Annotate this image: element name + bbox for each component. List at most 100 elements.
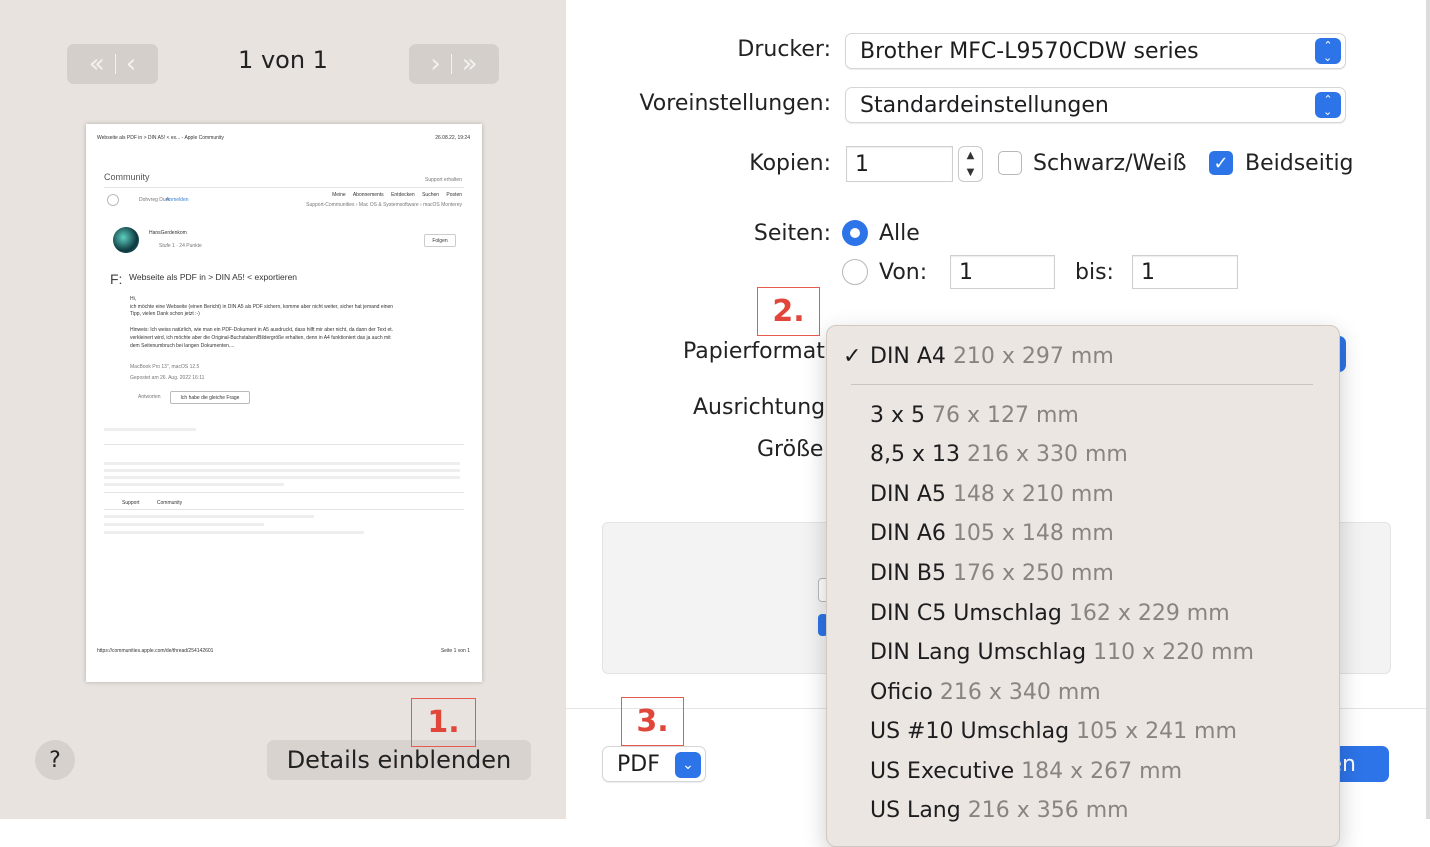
window-edge [1426,0,1430,819]
chevron-left-icon: ‹ [125,49,137,79]
presets-select[interactable]: Standardeinstellungen ⌃ ⌃ [845,87,1346,123]
divider [104,509,464,510]
menu-item-dims: 148 x 210 mm [952,482,1114,507]
duplex-label: Beidseitig [1245,151,1354,176]
pages-range-radio[interactable] [842,259,868,285]
pages-all-label: Alle [879,221,920,246]
bw-checkbox[interactable] [998,151,1022,175]
placeholder-bar [104,462,460,465]
copies-label: Kopien: [749,151,831,176]
preview-footer-page: Seite 1 von 1 [440,648,470,654]
popup-arrows-icon: ⌃ ⌃ [1315,38,1341,64]
menu-item-name: 8,5 x 13 [870,442,960,467]
menu-item-din-b5[interactable]: DIN B5 176 x 250 mm [870,561,1114,586]
next-last-page-button[interactable]: › » [409,44,499,84]
divider [104,492,464,493]
chevron-right-icon: › [430,49,441,79]
preview-nav-links: Meine Abonnements Entdecken Suchen Poste… [332,192,462,198]
menu-item-din-a6[interactable]: DIN A6 105 x 148 mm [870,521,1114,546]
preview-footer-links: Support Community [122,500,183,506]
preview-body: dem Seitenumbruch bei langen Dokumenten.… [130,343,235,349]
preview-author: HansGerdenkom [149,230,187,236]
pages-from-label: Von: [879,260,928,285]
duplex-checkbox[interactable]: ✓ [1209,151,1233,175]
preview-header-left: Webseite als PDF in > DIN A5! < ex... - … [97,135,224,141]
preview-body: Hinweis: Ich weiss natürlich, wie man ei… [130,327,394,333]
page-counter: 1 von 1 [238,46,328,74]
menu-item-us-lang[interactable]: US Lang 216 x 356 mm [870,798,1129,823]
show-details-button[interactable]: Details einblenden [267,740,531,780]
menu-item-name: 3 x 5 [870,403,925,428]
menu-item-dims: 110 x 220 mm [1093,640,1254,665]
printer-label: Drucker: [737,37,831,62]
paper-size-menu: ✓ DIN A4 210 x 297 mm 3 x 5 76 x 127 mm … [826,325,1340,847]
pages-all-radio[interactable] [842,220,868,246]
menu-item-us-10[interactable]: US #10 Umschlag 105 x 241 mm [870,719,1237,744]
presets-value: Standardeinstellungen [860,92,1109,118]
pdf-menu-button[interactable]: PDF ⌄ [602,746,706,782]
preview-body: verkleinert wird, ich möchte aber die Or… [130,335,391,341]
preview-header-right: 26.08.22, 19:24 [435,135,470,141]
menu-item-us-executive[interactable]: US Executive 184 x 267 mm [870,759,1182,784]
preview-body: ich möchte eine Webseite (einen Bericht)… [130,304,394,310]
annotation-2: 2. [757,287,820,336]
pdf-label: PDF [617,752,660,777]
page-preview: Webseite als PDF in > DIN A5! < ex... - … [86,124,482,682]
size-label: Größe [757,437,824,462]
help-button[interactable]: ? [35,740,75,780]
placeholder-bar [104,483,284,486]
pages-from-input[interactable]: 1 [950,255,1055,289]
menu-item-dims: 216 x 340 mm [939,680,1101,705]
menu-item-dims: 210 x 297 mm [952,344,1114,369]
preview-support-link: Support erhalten [425,177,462,183]
checkmark-icon: ✓ [1213,152,1229,174]
orientation-label: Ausrichtung [693,395,826,420]
menu-item-8-5x13[interactable]: 8,5 x 13 216 x 330 mm [870,442,1128,467]
annotation-3: 3. [621,697,684,746]
placeholder-bar [104,515,314,518]
preview-footer-url: https://communities.apple.com/de/thread/… [97,648,214,654]
menu-item-din-c5[interactable]: DIN C5 Umschlag 162 x 229 mm [870,601,1230,626]
menu-item-name: DIN A6 [870,521,946,546]
preview-follow-button: Folgen [424,234,456,247]
menu-item-name: US #10 Umschlag [870,719,1070,744]
placeholder-bar [104,428,196,431]
preview-signin: Anmelden [166,197,189,203]
pages-label: Seiten: [753,221,831,246]
preview-breadcrumb: Support-Communities › Mac OS & Systemsof… [306,202,462,208]
menu-item-oficio[interactable]: Oficio 216 x 340 mm [870,680,1101,705]
menu-item-dims: 176 x 250 mm [952,561,1114,586]
menu-item-din-a4[interactable]: DIN A4 210 x 297 mm [870,344,1114,369]
preview-reply: Antworten [138,394,161,400]
preview-body: Tipp, vielen Dank schon jetzt :-) [130,311,200,317]
menu-item-din-a5[interactable]: DIN A5 148 x 210 mm [870,482,1114,507]
menu-item-name: DIN A5 [870,482,946,507]
menu-item-name: DIN A4 [870,344,946,369]
menu-item-name: DIN C5 Umschlag [870,601,1062,626]
placeholder-bar [104,531,364,534]
copies-input[interactable]: 1 [846,146,953,182]
printer-select[interactable]: Brother MFC-L9570CDW series ⌃ ⌃ [845,33,1346,69]
preview-same-question-button: Ich habe die gleiche Frage [170,391,250,404]
menu-separator [851,384,1313,385]
placeholder-bar [104,523,264,526]
menu-item-din-lang[interactable]: DIN Lang Umschlag 110 x 220 mm [870,640,1254,665]
pages-to-input[interactable]: 1 [1132,255,1238,289]
menu-item-dims: 184 x 267 mm [1021,759,1183,784]
preview-author-level: Stufe 1 · 24 Punkte [159,243,202,249]
user-icon [107,194,119,206]
preview-body: Hi, [130,296,137,302]
annotation-1: 1. [411,698,476,747]
double-chevron-left-icon: « [88,49,105,79]
divider [104,444,464,445]
chevron-down-icon: ▼ [966,167,975,178]
menu-item-dims: 162 x 229 mm [1068,601,1230,626]
menu-item-name: DIN Lang Umschlag [870,640,1087,665]
chevron-down-icon: ⌄ [675,752,701,778]
bw-label: Schwarz/Weiß [1033,151,1187,176]
copies-stepper[interactable]: ▲ ▼ [958,146,983,182]
menu-item-3x5[interactable]: 3 x 5 76 x 127 mm [870,403,1079,428]
question-icon: F: [110,271,123,287]
first-prev-page-button[interactable]: « ‹ [67,44,158,84]
preview-pane: « ‹ 1 von 1 › » Webseite als PDF in > DI… [0,0,566,819]
